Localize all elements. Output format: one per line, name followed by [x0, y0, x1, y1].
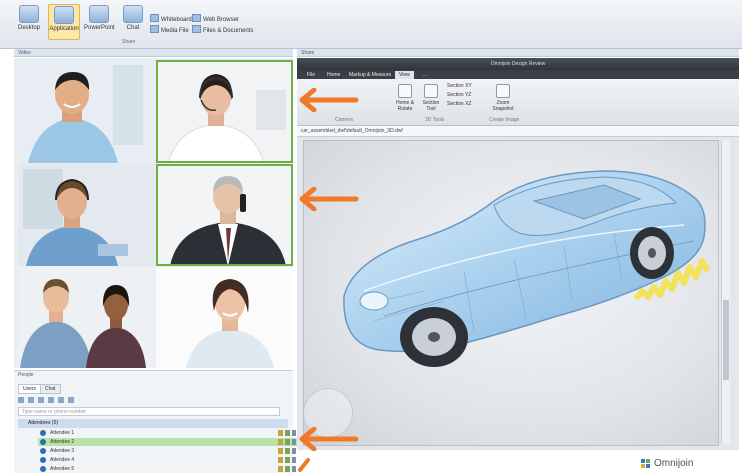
shared-app-ribbon: Home & Rotate Section Tool Section XY Se…	[297, 79, 739, 126]
participant-video-6	[156, 267, 293, 368]
ribbon-group-create-image: Create Image	[489, 117, 520, 123]
tab-view[interactable]: View	[395, 71, 414, 79]
tab-file[interactable]: File	[303, 71, 319, 79]
application-icon	[54, 6, 74, 24]
ribbon-group-label: Share	[122, 39, 136, 45]
tab-chat[interactable]: Chat	[40, 384, 61, 394]
tab-users[interactable]: Users	[18, 384, 42, 394]
video-icon[interactable]	[38, 397, 44, 403]
people-panel-title: People	[18, 372, 34, 378]
ribbon-group-3d-tools: 3D Tools	[425, 117, 445, 123]
status-icons	[278, 457, 296, 463]
participant-video-5	[18, 267, 155, 368]
shared-window-title: Omnijoin Design Review	[297, 58, 739, 70]
video-tile-6[interactable]	[156, 267, 293, 368]
whiteboard-icon	[150, 14, 159, 22]
media-file-button[interactable]: Media File	[150, 25, 189, 34]
browser-icon	[192, 14, 201, 22]
ribbon: Desktop Application PowerPoint Chat Whit…	[0, 0, 742, 49]
share-application-button[interactable]: Application	[48, 4, 80, 40]
video-tile-2[interactable]	[156, 60, 293, 163]
chat-icon	[123, 5, 143, 23]
camera-icon	[496, 84, 510, 98]
attendee-row-2[interactable]: Attendee 2	[38, 438, 300, 446]
address-bar[interactable]: car_assembled_dwf\default_Omnijoin_3D.dw…	[297, 126, 739, 137]
viewport-scrollbar[interactable]	[721, 140, 730, 444]
section-xy-button[interactable]: Section XY	[447, 83, 472, 89]
settings-icon[interactable]	[68, 397, 74, 403]
omnijoin-logo-icon	[641, 459, 650, 468]
chat-button[interactable]: Chat	[118, 4, 148, 38]
user-icon	[40, 457, 46, 463]
participant-video-2	[156, 60, 293, 163]
scrollbar-thumb[interactable]	[723, 300, 729, 380]
model-viewport[interactable]	[303, 140, 719, 446]
status-icons	[278, 466, 296, 472]
rotate-icon	[398, 84, 412, 98]
user-icon	[40, 448, 46, 454]
files-documents-button[interactable]: Files & Documents	[192, 25, 253, 34]
attendee-row-3[interactable]: Attendee 3	[38, 447, 300, 455]
tab-home[interactable]: Home	[323, 71, 344, 79]
attendee-row-4[interactable]: Attendee 4	[38, 456, 300, 464]
participant-video-1	[18, 60, 155, 163]
section-tool-button[interactable]: Section Tool	[419, 84, 443, 112]
arrow-icon	[299, 187, 359, 211]
powerpoint-icon	[89, 5, 109, 23]
share-desktop-button[interactable]: Desktop	[14, 4, 44, 38]
section-yz-button[interactable]: Section YZ	[447, 92, 471, 98]
video-grid	[14, 58, 293, 368]
attendee-row-1[interactable]: Attendee 1	[38, 429, 300, 437]
tab-more[interactable]: ...	[419, 71, 431, 79]
home-rotate-button[interactable]: Home & Rotate	[393, 84, 417, 112]
video-tile-3[interactable]	[18, 164, 155, 266]
folder-icon	[192, 25, 201, 33]
arrow-icon	[299, 427, 359, 451]
share-panel-title: Share	[297, 49, 739, 57]
zoom-snapshot-button[interactable]: Zoom Snapshot	[491, 84, 515, 112]
video-tile-1[interactable]	[18, 60, 155, 163]
brand-name: Omnijoin	[654, 458, 694, 469]
desktop-icon	[19, 5, 39, 23]
attendees-group[interactable]: Attendees (5)	[18, 419, 288, 428]
lock-icon[interactable]	[58, 397, 64, 403]
user-icon	[40, 439, 46, 445]
video-tile-5[interactable]	[18, 267, 155, 368]
car-model-render	[343, 170, 711, 367]
arrow-icon	[299, 88, 359, 112]
people-search-input[interactable]: Type name or phone number	[18, 407, 280, 416]
shared-app-tabs: File Home Markup & Measure View ...	[297, 70, 739, 79]
video-tile-4[interactable]	[156, 164, 293, 266]
mute-icon[interactable]	[28, 397, 34, 403]
play-icon[interactable]	[18, 397, 24, 403]
section-icon	[424, 84, 438, 98]
share-powerpoint-button[interactable]: PowerPoint	[84, 4, 115, 38]
participant-video-3	[18, 164, 155, 266]
video-panel-title: Video	[14, 49, 293, 57]
whiteboard-button[interactable]: Whiteboard	[150, 14, 192, 23]
people-panel: People Users Chat Type name or phone num…	[14, 370, 300, 473]
participant-video-4	[156, 164, 293, 266]
arrow-icon	[298, 458, 310, 472]
tab-markup-measure[interactable]: Markup & Measure	[345, 71, 395, 79]
user-icon	[40, 466, 46, 472]
ribbon-group-camera: Camera	[335, 117, 353, 123]
shared-application-pane: Omnijoin Design Review File Home Markup …	[297, 58, 739, 450]
web-browser-button[interactable]: Web Browser	[192, 14, 239, 23]
people-toolbar	[18, 396, 288, 404]
media-icon	[150, 25, 159, 33]
add-user-icon[interactable]	[48, 397, 54, 403]
address-text: car_assembled_dwf\default_Omnijoin_3D.dw…	[301, 128, 403, 134]
section-xz-button[interactable]: Section XZ	[447, 101, 471, 107]
user-icon	[40, 430, 46, 436]
